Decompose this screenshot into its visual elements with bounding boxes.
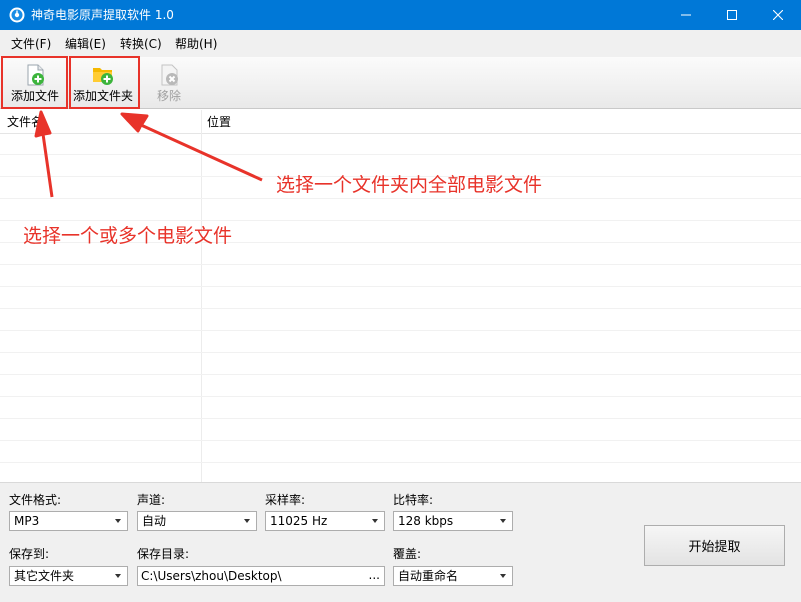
- row-separator: [0, 396, 801, 397]
- row-separator: [0, 154, 801, 155]
- title-bar: 神奇电影原声提取软件 1.0: [0, 0, 801, 30]
- remove-button[interactable]: 移除: [146, 59, 192, 106]
- menu-bar: 文件(F) 编辑(E) 转换(C) 帮助(H): [0, 30, 801, 57]
- row-separator: [0, 374, 801, 375]
- bitrate-label: 比特率:: [393, 493, 434, 507]
- channel-label: 声道:: [137, 493, 166, 507]
- minimize-icon: [681, 14, 691, 16]
- close-icon: [773, 10, 783, 20]
- format-value: MP3: [14, 514, 40, 528]
- menu-convert[interactable]: 转换(C): [120, 36, 162, 52]
- row-separator: [0, 308, 801, 309]
- row-separator: [0, 418, 801, 419]
- save-dir-label: 保存目录:: [137, 547, 190, 561]
- channel-select[interactable]: 自动: [137, 511, 257, 531]
- bitrate-select[interactable]: 128 kbps: [393, 511, 513, 531]
- chevron-down-icon: [372, 519, 378, 523]
- row-separator: [0, 462, 801, 463]
- remove-label: 移除: [156, 89, 181, 103]
- row-separator: [0, 264, 801, 265]
- chevron-down-icon: [115, 574, 121, 578]
- row-separator: [0, 198, 801, 199]
- chevron-down-icon: [500, 519, 506, 523]
- save-to-value: 其它文件夹: [14, 569, 75, 583]
- save-dir-value: C:\Users\zhou\Desktop\: [141, 569, 282, 583]
- bitrate-value: 128 kbps: [398, 514, 454, 528]
- annotation-file-hint: 选择一个或多个电影文件: [23, 225, 233, 247]
- row-separator: [0, 330, 801, 331]
- overwrite-label: 覆盖:: [393, 547, 422, 561]
- add-folder-highlight: [69, 56, 140, 109]
- overwrite-value: 自动重命名: [398, 569, 459, 583]
- overwrite-select[interactable]: 自动重命名: [393, 566, 513, 586]
- column-header-filename[interactable]: 文件名: [7, 114, 43, 130]
- remove-icon: [161, 64, 178, 86]
- file-list[interactable]: 文件名 位置: [0, 110, 801, 482]
- format-select[interactable]: MP3: [9, 511, 128, 531]
- annotation-folder-hint: 选择一个文件夹内全部电影文件: [276, 174, 543, 196]
- close-button[interactable]: [755, 0, 801, 30]
- chevron-down-icon: [115, 519, 121, 523]
- channel-value: 自动: [142, 514, 167, 528]
- row-separator: [0, 220, 801, 221]
- row-separator: [0, 286, 801, 287]
- menu-edit[interactable]: 编辑(E): [65, 36, 106, 52]
- menu-file[interactable]: 文件(F): [11, 36, 51, 52]
- add-file-highlight: [1, 56, 68, 109]
- maximize-icon: [727, 10, 737, 20]
- save-to-label: 保存到:: [9, 547, 50, 561]
- maximize-button[interactable]: [709, 0, 755, 30]
- row-separator: [0, 440, 801, 441]
- app-logo-icon: [9, 7, 25, 23]
- column-header-location[interactable]: 位置: [207, 114, 231, 130]
- column-divider: [201, 110, 202, 482]
- window-title: 神奇电影原声提取软件 1.0: [31, 8, 174, 22]
- chevron-down-icon: [244, 519, 250, 523]
- row-separator: [0, 352, 801, 353]
- format-label: 文件格式:: [9, 493, 62, 507]
- menu-help[interactable]: 帮助(H): [175, 36, 217, 52]
- sample-rate-select[interactable]: 11025 Hz: [265, 511, 385, 531]
- file-list-header: 文件名 位置: [0, 110, 801, 134]
- sample-rate-value: 11025 Hz: [270, 514, 328, 528]
- save-to-select[interactable]: 其它文件夹: [9, 566, 128, 586]
- browse-button[interactable]: ...: [369, 568, 380, 583]
- sample-rate-label: 采样率:: [265, 493, 306, 507]
- chevron-down-icon: [500, 574, 506, 578]
- minimize-button[interactable]: [663, 0, 709, 30]
- start-extract-button[interactable]: 开始提取: [644, 525, 785, 566]
- save-dir-input[interactable]: C:\Users\zhou\Desktop\ ...: [137, 566, 385, 586]
